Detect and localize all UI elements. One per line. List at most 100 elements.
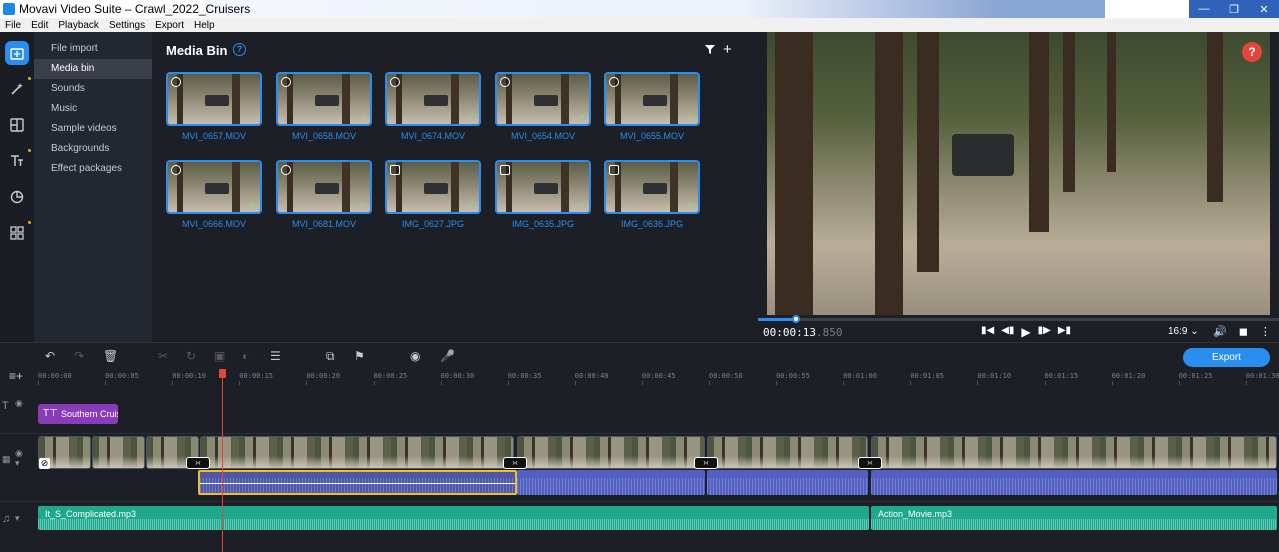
help-icon[interactable]: ? [233, 43, 246, 56]
menu-playback[interactable]: Playback [53, 20, 104, 31]
media-thumbnail[interactable]: ✓ [385, 72, 481, 126]
ruler-tick-label: 00:00:10 [172, 372, 206, 380]
nav-item-music[interactable]: Music [34, 99, 152, 119]
add-track-icon[interactable]: ≡+ [9, 369, 23, 383]
marker-flag-icon[interactable]: ⚑ [354, 349, 365, 363]
ruler-tick-label: 00:01:05 [910, 372, 945, 380]
added-check-icon: ✓ [686, 112, 695, 123]
more-options-icon[interactable]: ⋮ [1260, 325, 1271, 338]
menu-settings[interactable]: Settings [104, 20, 150, 31]
media-thumbnail[interactable]: ✓ [604, 72, 700, 126]
more-tools-button[interactable] [5, 221, 31, 245]
nav-item-effect-packages[interactable]: Effect packages [34, 159, 152, 179]
audio-clip[interactable] [707, 470, 868, 495]
media-bin-panel: Media Bin ? + MVI_0657.MOV ✓ MVI_0658.MOV ✓… [152, 32, 758, 342]
video-clip[interactable] [707, 436, 868, 469]
skip-end-icon[interactable]: ▶▮ [1058, 325, 1071, 339]
media-thumbnail[interactable]: ✓ [166, 160, 262, 214]
titles-button[interactable] [5, 149, 31, 173]
more-tools-icon [10, 226, 24, 240]
timecode-ms: .850 [815, 326, 843, 339]
maximize-button[interactable]: ❐ [1219, 0, 1249, 18]
media-thumbnail[interactable]: ✓ [495, 72, 591, 126]
seek-handle[interactable] [792, 315, 800, 323]
nav-item-sounds[interactable]: Sounds [34, 79, 152, 99]
export-button[interactable]: Export [1183, 348, 1270, 367]
menu-export[interactable]: Export [150, 20, 189, 31]
ruler-tick-label: 00:01:10 [977, 372, 1012, 380]
ruler-tick-label: 00:00:25 [373, 372, 408, 380]
video-clip[interactable] [92, 436, 145, 469]
minimize-button[interactable]: — [1189, 0, 1219, 18]
volume-icon[interactable]: 🔊 [1213, 325, 1227, 338]
prev-frame-icon[interactable]: ◀▮ [1001, 325, 1014, 339]
menu-edit[interactable]: Edit [26, 20, 53, 31]
transition-marker[interactable]: ›‹ [694, 457, 718, 469]
next-frame-icon[interactable]: ▮▶ [1038, 325, 1051, 339]
nav-item-file-import[interactable]: File import [34, 39, 152, 59]
ruler-tick-label: 00:01:15 [1044, 372, 1079, 380]
stickers-button[interactable] [5, 185, 29, 209]
vehicle-shape [314, 183, 339, 194]
media-thumbnail[interactable]: ✓ [604, 160, 700, 214]
microphone-icon[interactable]: 🎤 [440, 349, 455, 363]
playback-controls: ▮◀ ◀▮ ▶ ▮▶ ▶▮ [981, 325, 1071, 339]
import-button[interactable] [5, 41, 29, 65]
audio-clip[interactable] [871, 470, 1277, 495]
snapshot-icon[interactable]: ◼ [1239, 325, 1248, 338]
rotate-icon[interactable]: ↻ [186, 349, 196, 363]
transitions-button[interactable] [5, 113, 29, 137]
play-icon[interactable]: ▶ [1021, 325, 1030, 339]
filter-icon[interactable] [705, 45, 715, 54]
ruler-tick-label: 00:01:30 [1245, 372, 1279, 380]
cut-icon[interactable]: ✂ [158, 349, 168, 363]
delete-icon[interactable]: 🗑 [103, 349, 118, 363]
title-clip-icon: T⊤ [43, 408, 58, 419]
add-media-button[interactable]: + [723, 41, 732, 58]
overlay-icon[interactable]: ⧉ [326, 349, 335, 364]
audio-clip[interactable] [517, 470, 705, 495]
title-clip-label: Southern Cruisers [61, 409, 118, 419]
media-thumbnail[interactable]: ✓ [276, 160, 372, 214]
media-thumbnail[interactable]: ✓ [385, 160, 481, 214]
title-clip[interactable]: T⊤ Southern Cruisers [38, 404, 118, 424]
transition-marker[interactable]: ›‹ [186, 457, 210, 469]
crop-icon[interactable]: ▣ [214, 349, 225, 363]
ruler-tick-label: 00:00:00 [38, 372, 72, 380]
clip-link-icon[interactable]: ⊘ [39, 458, 50, 469]
video-clip[interactable] [871, 436, 1277, 469]
video-type-icon [171, 77, 181, 87]
color-adjust-icon[interactable]: ◐ [242, 349, 249, 363]
transition-marker[interactable]: ›‹ [858, 457, 882, 469]
music-clip[interactable]: It_S_Complicated.mp3 [38, 506, 869, 530]
video-clip[interactable] [200, 436, 514, 469]
close-button[interactable]: ✕ [1249, 0, 1279, 18]
transition-marker[interactable]: ›‹ [503, 457, 527, 469]
media-filename: MVI_0655.MOV [619, 131, 685, 141]
nav-item-media-bin[interactable]: Media bin [34, 59, 152, 79]
preview-help-button[interactable]: ? [1242, 42, 1262, 62]
media-thumbnail[interactable] [166, 72, 262, 126]
media-thumbnail[interactable]: ✓ [495, 160, 591, 214]
video-clip[interactable] [517, 436, 705, 469]
filters-button[interactable] [5, 77, 31, 101]
music-clip[interactable]: Action_Movie.mp3 [871, 506, 1277, 530]
skip-start-icon[interactable]: ▮◀ [981, 325, 994, 339]
preview-tools: 🔊 ◼ ⋮ [1213, 325, 1271, 338]
audio-clip-selected[interactable] [198, 470, 517, 495]
media-thumbnail[interactable]: ✓ [276, 72, 372, 126]
nav-item-backgrounds[interactable]: Backgrounds [34, 139, 152, 159]
added-check-icon: ✓ [467, 200, 476, 211]
playhead-handle[interactable] [219, 369, 226, 378]
undo-icon[interactable]: ↶ [45, 349, 55, 363]
webcam-icon[interactable]: ◉ [410, 349, 420, 363]
seek-bar[interactable] [758, 315, 1279, 323]
clip-properties-icon[interactable]: ☰ [270, 349, 281, 363]
redo-icon[interactable]: ↷ [74, 349, 84, 363]
nav-item-sample-videos[interactable]: Sample videos [34, 119, 152, 139]
menu-help[interactable]: Help [189, 20, 220, 31]
timeline-ruler[interactable]: ≡+ 00:00:00 00:00:05 00:00:10 00:00:15 00:00… [0, 369, 1279, 385]
playhead-line[interactable] [222, 369, 223, 552]
menu-file[interactable]: File [0, 20, 26, 31]
aspect-ratio-select[interactable]: 16:9 ⌄ [1168, 326, 1199, 337]
